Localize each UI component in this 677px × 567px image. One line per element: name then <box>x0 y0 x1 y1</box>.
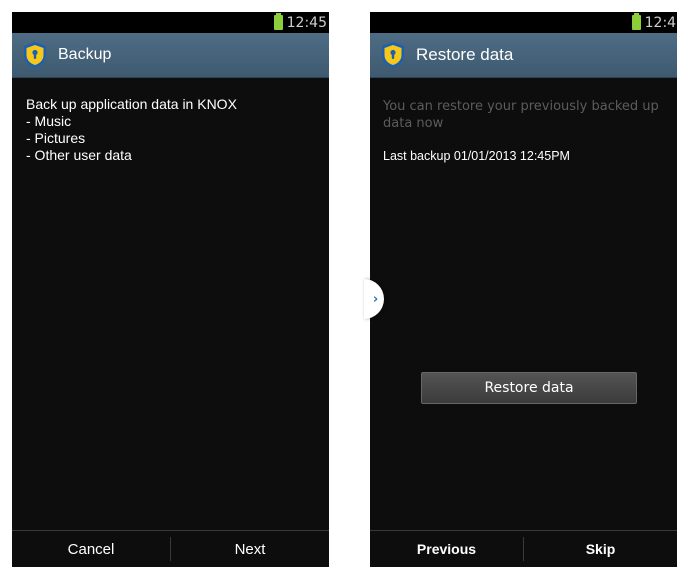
skip-button[interactable]: Skip <box>524 531 677 567</box>
cancel-button[interactable]: Cancel <box>12 531 170 567</box>
last-backup-info: Last backup 01/01/2013 12:45PM <box>383 149 570 163</box>
restore-data-button[interactable]: Restore data <box>421 372 637 404</box>
battery-icon <box>273 13 283 30</box>
bottom-action-bar: Cancel Next <box>12 530 329 567</box>
battery-icon <box>631 13 641 30</box>
content-line: Back up application data in KNOX <box>26 96 237 112</box>
chevron-right-icon: › <box>372 291 379 307</box>
title-bar: Restore data <box>370 33 677 78</box>
page-title: Backup <box>58 46 112 63</box>
backup-screen: 12:45 Backup Back up application data in… <box>12 12 329 567</box>
bottom-action-bar: Previous Skip <box>370 530 677 567</box>
restore-screen: 12:45 Restore data You can restore your … <box>370 12 677 567</box>
status-indicators: 12:45 <box>631 13 677 32</box>
content-line: - Pictures <box>26 130 86 146</box>
restore-description: You can restore your previously backed u… <box>383 99 659 131</box>
status-indicators: 12:45 <box>273 13 327 32</box>
knox-shield-icon <box>24 42 46 68</box>
knox-shield-icon <box>382 42 404 68</box>
previous-button[interactable]: Previous <box>370 531 523 567</box>
backup-description: Back up application data in KNOX - Music… <box>26 96 321 164</box>
page-title: Restore data <box>416 45 514 64</box>
next-button[interactable]: Next <box>171 531 329 567</box>
title-bar: Backup <box>12 33 329 78</box>
status-bar: 12:45 <box>12 12 329 33</box>
status-clock: 12:45 <box>286 14 327 31</box>
content-line: - Other user data <box>26 147 132 163</box>
status-bar: 12:45 <box>370 12 677 33</box>
status-clock: 12:45 <box>644 14 677 31</box>
content-line: - Music <box>26 113 72 129</box>
